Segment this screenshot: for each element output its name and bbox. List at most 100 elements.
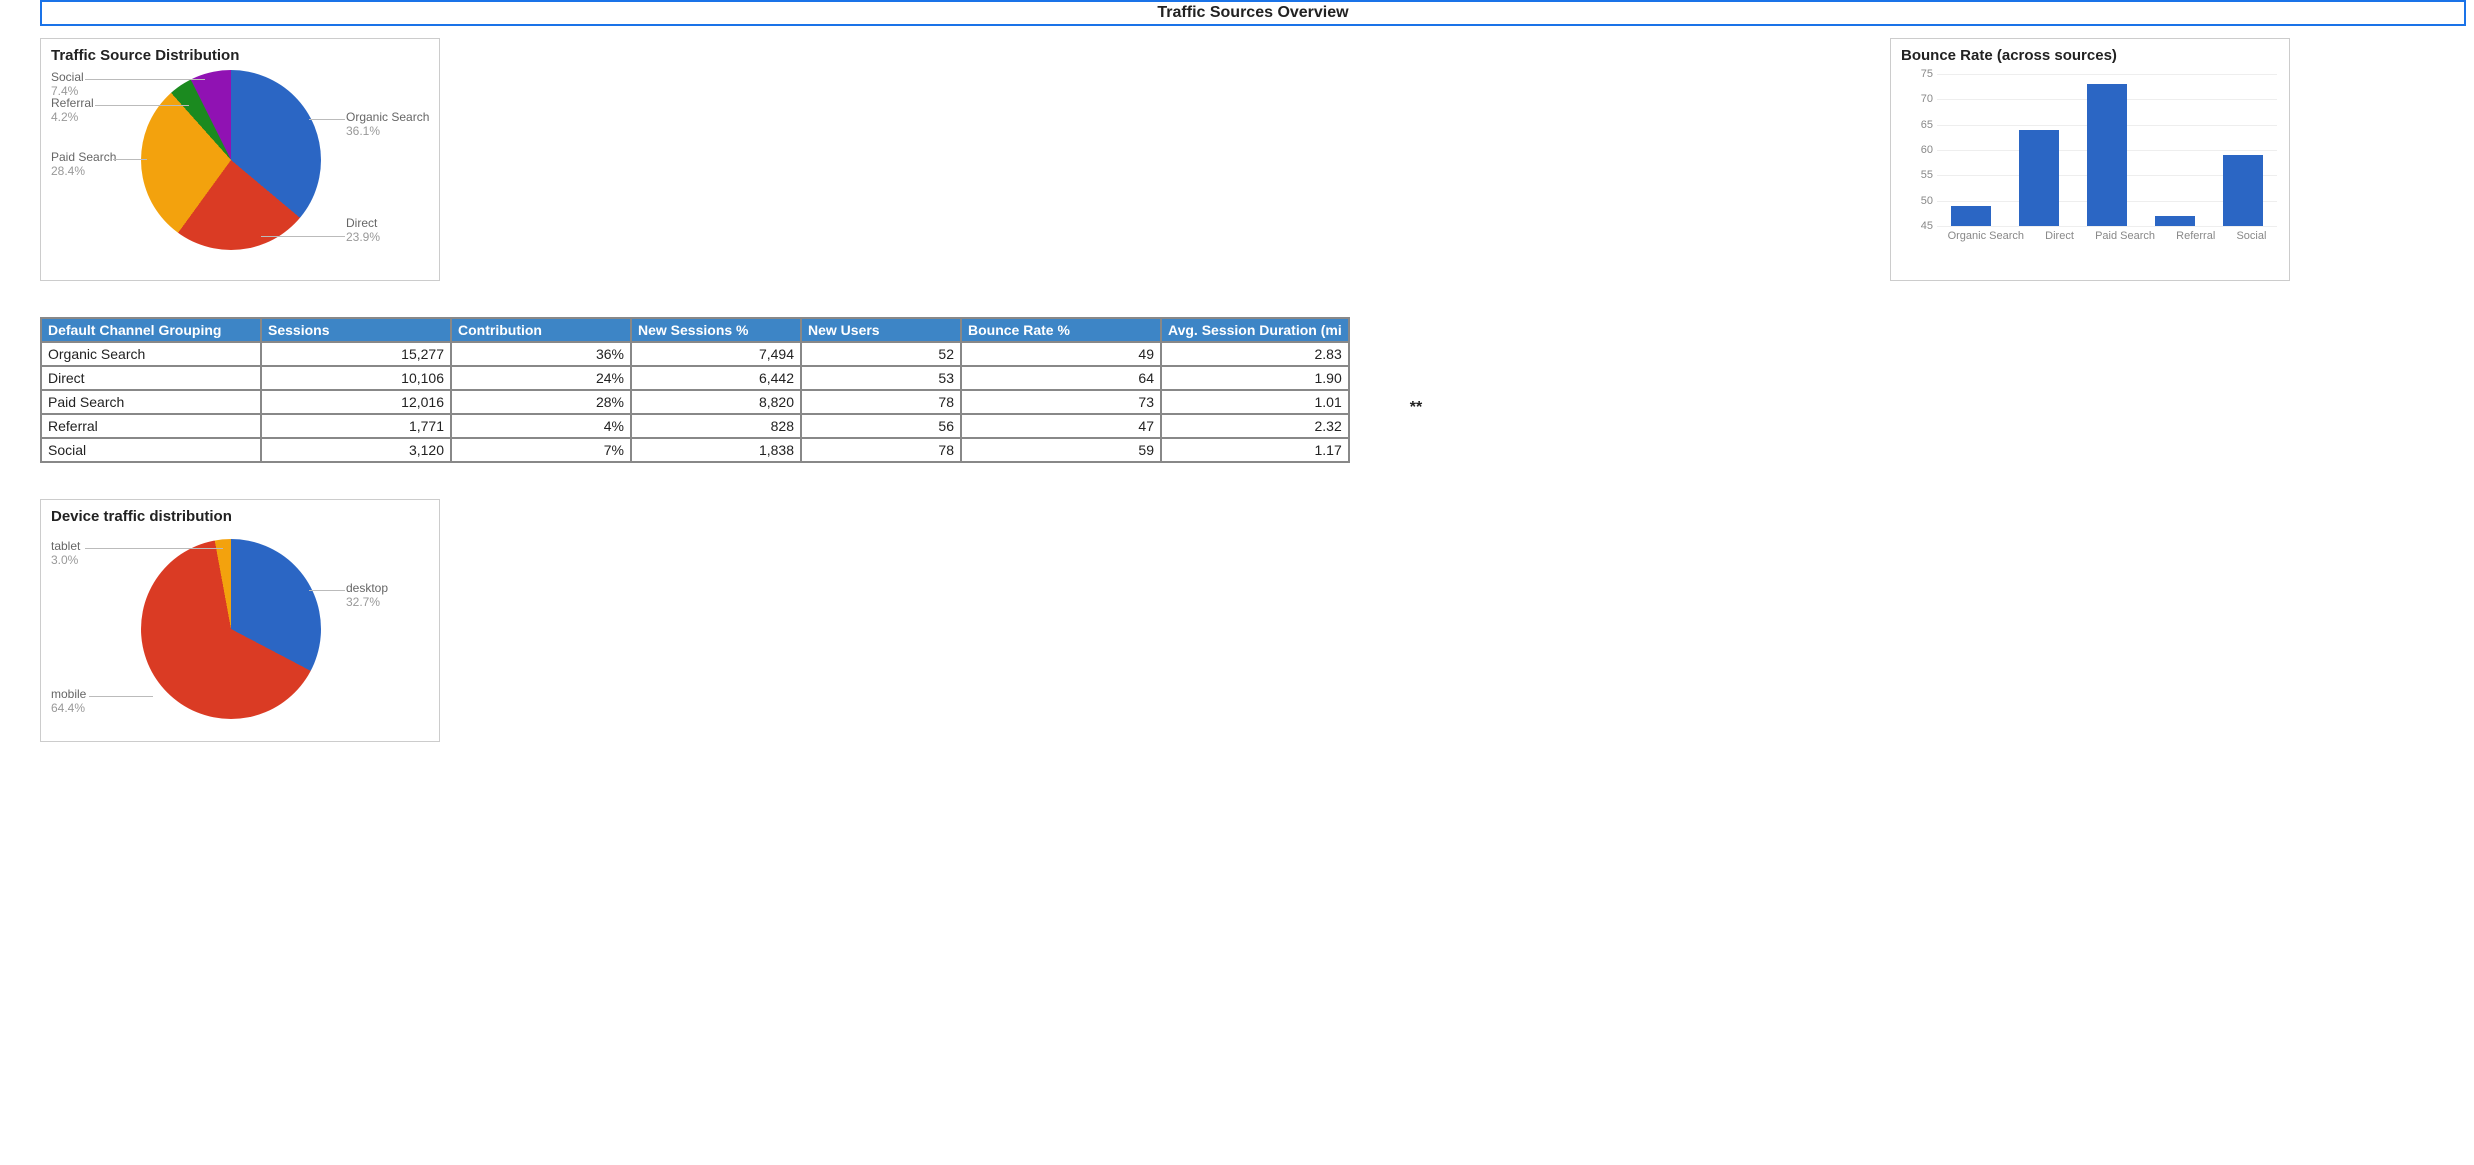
table-cell: Referral <box>41 414 261 438</box>
table-cell: 4% <box>451 414 631 438</box>
bar-chart: 45505560657075 Organic Search Direct Pai… <box>1901 70 2281 250</box>
y-tick-label: 70 <box>1907 93 1933 105</box>
pie-label-social: Social 7.4% <box>51 70 84 99</box>
table-cell: 1,771 <box>261 414 451 438</box>
chart-title: Device traffic distribution <box>51 508 429 525</box>
table-cell: 7% <box>451 438 631 462</box>
pie-chart: Organic Search 36.1% Direct 23.9% Paid S… <box>51 70 431 270</box>
table-cell: 1.01 <box>1161 390 1349 414</box>
table-header-row: Default Channel Grouping Sessions Contri… <box>41 318 1349 342</box>
x-label: Referral <box>2176 230 2215 250</box>
page-title: Traffic Sources Overview <box>42 4 2464 22</box>
x-label: Organic Search <box>1948 230 2024 250</box>
pie-slices <box>141 70 321 250</box>
y-tick-label: 50 <box>1907 195 1933 207</box>
table-cell: 1.90 <box>1161 366 1349 390</box>
x-label: Social <box>2236 230 2266 250</box>
chart-title: Traffic Source Distribution <box>51 47 429 64</box>
pie-label-paid: Paid Search 28.4% <box>51 150 116 179</box>
table-cell: 47 <box>961 414 1161 438</box>
table-row: Social3,1207%1,83878591.17 <box>41 438 1349 462</box>
table-cell: Direct <box>41 366 261 390</box>
pie-label-mobile: mobile 64.4% <box>51 687 86 716</box>
spacer <box>464 38 1866 281</box>
y-tick-label: 60 <box>1907 144 1933 156</box>
col-header: New Sessions % <box>631 318 801 342</box>
page-header: Traffic Sources Overview <box>40 0 2466 26</box>
table-cell: Social <box>41 438 261 462</box>
x-label: Direct <box>2045 230 2074 250</box>
y-tick-label: 75 <box>1907 68 1933 80</box>
leader-line <box>95 105 189 106</box>
table-cell: 8,820 <box>631 390 801 414</box>
col-header: Sessions <box>261 318 451 342</box>
table-row: Referral1,7714%82856472.32 <box>41 414 1349 438</box>
traffic-source-pie-card: Traffic Source Distribution Organic Sear… <box>40 38 440 281</box>
traffic-sources-table: Default Channel Grouping Sessions Contri… <box>40 317 1350 463</box>
table-cell: 12,016 <box>261 390 451 414</box>
col-header: Bounce Rate % <box>961 318 1161 342</box>
col-header: Default Channel Grouping <box>41 318 261 342</box>
col-header: Contribution <box>451 318 631 342</box>
table-row: Direct10,10624%6,44253641.90 <box>41 366 1349 390</box>
col-header: New Users <box>801 318 961 342</box>
table-cell: 52 <box>801 342 961 366</box>
leader-line <box>261 236 345 237</box>
bar-x-labels: Organic Search Direct Paid Search Referr… <box>1937 230 2277 250</box>
y-tick-label: 65 <box>1907 119 1933 131</box>
top-charts-row: Traffic Source Distribution Organic Sear… <box>40 38 2474 281</box>
bottom-chart-row: Device traffic distribution desktop 32.7… <box>40 499 2474 742</box>
leader-line <box>85 548 223 549</box>
bar <box>2019 130 2059 226</box>
truncation-indicator: ** <box>1410 399 1422 417</box>
right-margin-spacer <box>2314 38 2474 281</box>
pie-label-referral: Referral 4.2% <box>51 96 94 125</box>
x-label: Paid Search <box>2095 230 2155 250</box>
leader-line <box>309 119 345 120</box>
y-tick-label: 55 <box>1907 169 1933 181</box>
pie-chart: desktop 32.7% mobile 64.4% tablet 3.0% <box>51 531 431 731</box>
table-cell: 36% <box>451 342 631 366</box>
leader-line <box>309 590 345 591</box>
device-traffic-pie-card: Device traffic distribution desktop 32.7… <box>40 499 440 742</box>
leader-line <box>85 79 205 80</box>
table-row: Paid Search12,01628%8,82078731.01 <box>41 390 1349 414</box>
bar <box>2155 216 2195 226</box>
table-cell: 49 <box>961 342 1161 366</box>
table-cell: 59 <box>961 438 1161 462</box>
table-cell: 28% <box>451 390 631 414</box>
table-cell: 828 <box>631 414 801 438</box>
y-tick-label: 45 <box>1907 220 1933 232</box>
table-cell: 24% <box>451 366 631 390</box>
table-cell: Organic Search <box>41 342 261 366</box>
bar <box>1951 206 1991 226</box>
pie-slices <box>141 539 321 719</box>
pie-label-desktop: desktop 32.7% <box>346 581 388 610</box>
pie-label-tablet: tablet 3.0% <box>51 539 80 568</box>
table-cell: 3,120 <box>261 438 451 462</box>
table-cell: 6,442 <box>631 366 801 390</box>
table-cell: 78 <box>801 390 961 414</box>
traffic-sources-table-wrap: Default Channel Grouping Sessions Contri… <box>40 317 1350 463</box>
table-cell: 1,838 <box>631 438 801 462</box>
table-cell: 10,106 <box>261 366 451 390</box>
bars-container <box>1937 74 2277 226</box>
bounce-rate-bar-card: Bounce Rate (across sources) 45505560657… <box>1890 38 2290 281</box>
pie-label-direct: Direct 23.9% <box>346 216 380 245</box>
table-cell: 56 <box>801 414 961 438</box>
pie-label-organic: Organic Search 36.1% <box>346 110 429 139</box>
table-cell: 7,494 <box>631 342 801 366</box>
table-cell: 2.32 <box>1161 414 1349 438</box>
table-cell: 1.17 <box>1161 438 1349 462</box>
table-cell: 15,277 <box>261 342 451 366</box>
bar <box>2223 155 2263 226</box>
table-cell: Paid Search <box>41 390 261 414</box>
table-cell: 53 <box>801 366 961 390</box>
table-row: Organic Search15,27736%7,49452492.83 <box>41 342 1349 366</box>
chart-title: Bounce Rate (across sources) <box>1901 47 2279 64</box>
bar-plot-area: 45505560657075 <box>1937 74 2277 226</box>
table-cell: 64 <box>961 366 1161 390</box>
col-header: Avg. Session Duration (mi <box>1161 318 1349 342</box>
gridline <box>1937 226 2277 227</box>
bar <box>2087 84 2127 226</box>
